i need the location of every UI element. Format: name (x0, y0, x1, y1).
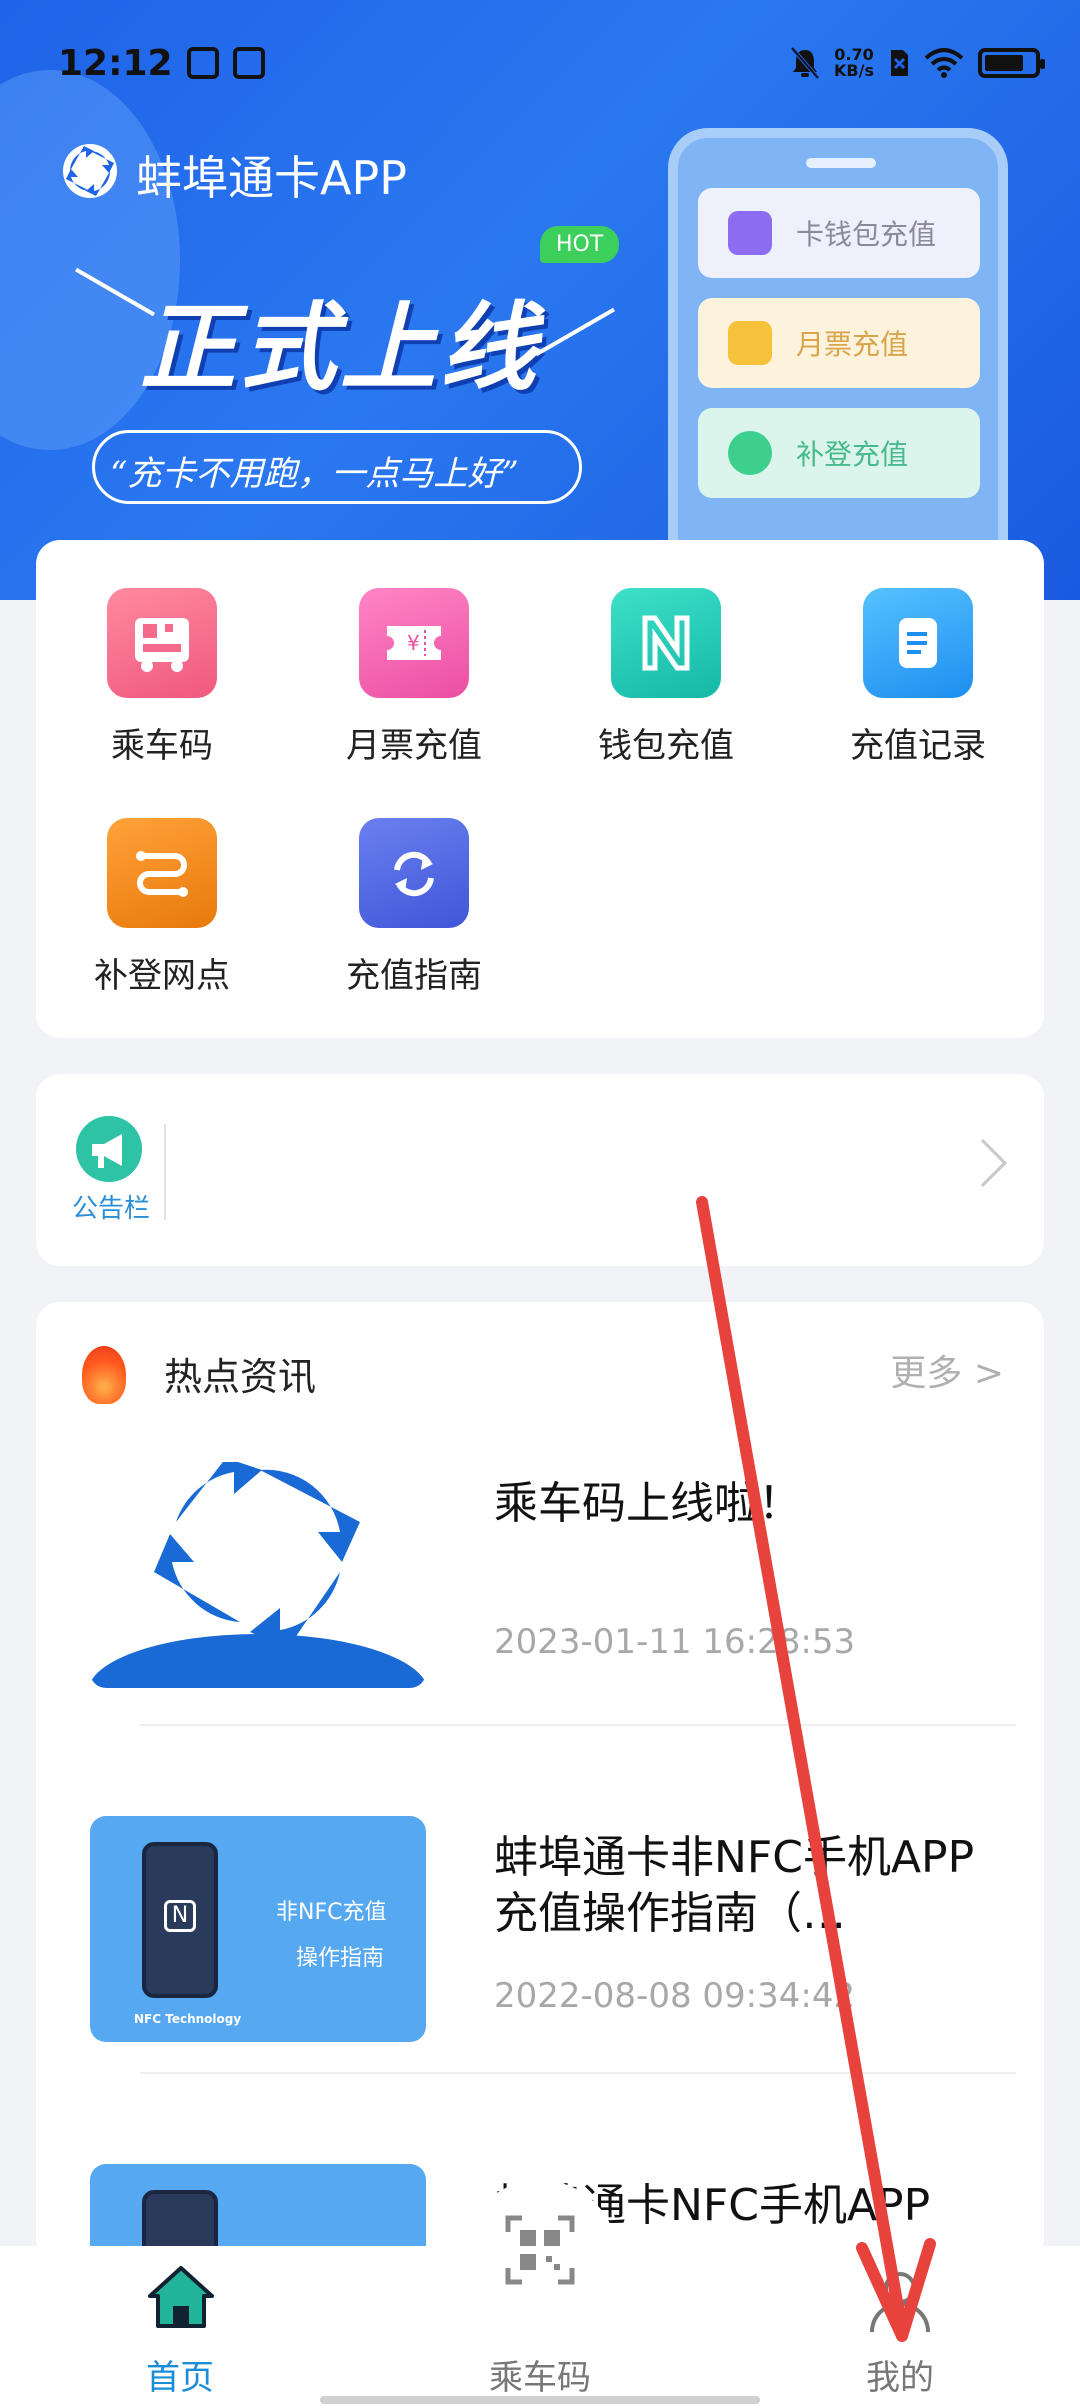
phone-notch (806, 158, 876, 168)
phone-item-reissue-recharge: 补登充值 (698, 408, 980, 498)
nav-label: 乘车码 (489, 2358, 591, 2398)
home-indicator (320, 2396, 760, 2404)
app-logo-large-icon (90, 1462, 426, 1688)
mute-bell-icon (790, 46, 820, 80)
nav-label: 首页 (146, 2358, 214, 2398)
news-headline: 蚌埠通卡非NFC手机APP充值操作指南（… (494, 1832, 975, 1939)
svg-text:¥: ¥ (407, 631, 420, 655)
nav-ride-code[interactable]: 乘车码 (440, 2215, 640, 2408)
menu-item-label: 充值记录 (850, 726, 986, 766)
network-speed-unit: KB/s (834, 61, 874, 80)
thumb-text: 非NFC充值 (276, 1900, 387, 1925)
slogan-main: 正式上线 (140, 292, 540, 404)
app-root: 12:12 0.70 KB/s 蚌埠通卡APP HOT 正式上线 “充卡不用跑，… (0, 0, 1080, 2408)
menu-item-label: 乘车码 (111, 726, 213, 766)
status-bar: 12:12 0.70 KB/s (58, 38, 1045, 88)
menu-item-monthly-recharge[interactable]: ¥ 月票充值 (314, 588, 514, 767)
menu-item-recharge-guide[interactable]: 充值指南 (314, 818, 514, 997)
wallet-icon (728, 211, 772, 255)
news-item[interactable]: N 非NFC充值 操作指南 NFC Technology 蚌埠通卡非NFC手机A… (90, 1816, 1010, 2046)
check-icon (728, 431, 772, 475)
thumb-caption: NFC Technology (134, 2012, 242, 2026)
bottom-nav: 首页 乘车码 我的 (0, 2215, 1080, 2408)
network-speed: 0.70 KB/s (834, 47, 874, 79)
thumb-text-2: 操作指南 (296, 1946, 385, 1971)
app-notification-icon (186, 47, 219, 79)
message-notification-icon (232, 47, 265, 79)
menu-item-label: 钱包充值 (598, 726, 734, 766)
slogan-wing-right (535, 307, 615, 357)
menu-item-reissue-outlets[interactable]: 补登网点 (62, 818, 262, 997)
nav-home[interactable]: 首页 (80, 2246, 280, 2408)
bus-qr-icon (107, 588, 217, 698)
calendar-icon (728, 321, 772, 365)
status-right: 0.70 KB/s (790, 38, 1045, 88)
menu-item-wallet-recharge[interactable]: 钱包充值 (566, 588, 766, 767)
nfc-icon: N (164, 1900, 196, 1932)
phone-illustration: 卡钱包充值 月票充值 补登充值 (668, 128, 1008, 600)
status-time: 12:12 (58, 42, 173, 84)
menu-item-label: 充值指南 (346, 956, 482, 996)
section-title: 热点资讯 (164, 1355, 317, 1399)
menu-item-ride-code[interactable]: 乘车码 (62, 588, 262, 767)
menu-item-label: 补登网点 (94, 956, 230, 996)
more-link[interactable]: 更多 > (890, 1344, 1004, 1396)
nfc-icon (611, 588, 721, 698)
refresh-icon (359, 818, 469, 928)
nav-label: 我的 (866, 2358, 934, 2398)
news-separator (140, 2072, 1016, 2074)
hot-badge: HOT (540, 226, 620, 263)
news-separator (140, 1724, 1016, 1726)
slogan-sub: “充卡不用跑，一点马上好” (110, 454, 519, 494)
home-icon (148, 2266, 214, 2328)
news-date: 2022-08-08 09:34:42 (494, 1976, 856, 2016)
phone-item-label: 月票充值 (796, 328, 909, 361)
phone-item-monthly-recharge: 月票充值 (698, 298, 980, 388)
phone-item-label: 补登充值 (796, 438, 909, 471)
ticket-icon: ¥ (359, 588, 469, 698)
phone-item-label: 卡钱包充值 (796, 218, 937, 251)
menu-item-recharge-records[interactable]: 充值记录 (818, 588, 1018, 767)
app-title: 蚌埠通卡APP (136, 151, 407, 205)
wifi-icon (924, 48, 964, 78)
chevron-right-icon (958, 1138, 1008, 1188)
news-thumbnail: N 非NFC充值 操作指南 NFC Technology (90, 1816, 426, 2042)
nav-mine[interactable]: 我的 (800, 2246, 1000, 2408)
route-icon (107, 818, 217, 928)
news-thumbnail (90, 1462, 426, 1688)
qr-code-icon (505, 2215, 575, 2285)
hot-news-card: 热点资讯 更多 > 乘车码上线啦！ 2023-01-11 16:28:53 N … (36, 1302, 1044, 2390)
news-headline: 乘车码上线啦！ (494, 1478, 802, 1529)
battery-icon (978, 48, 1045, 78)
document-icon (863, 588, 973, 698)
news-date: 2023-01-11 16:28:53 (494, 1622, 856, 1662)
user-icon (870, 2272, 930, 2333)
app-logo-icon (63, 144, 117, 198)
sim-icon (891, 50, 908, 76)
phone-item-wallet-recharge: 卡钱包充值 (698, 188, 980, 278)
news-item[interactable]: 乘车码上线啦！ 2023-01-11 16:28:53 (90, 1462, 1010, 1692)
notice-divider (164, 1124, 166, 1220)
notice-label: 公告栏 (72, 1194, 151, 1224)
menu-item-label: 月票充值 (346, 726, 482, 766)
megaphone-icon (76, 1116, 142, 1182)
hero-banner[interactable]: 12:12 0.70 KB/s 蚌埠通卡APP HOT 正式上线 “充卡不用跑，… (0, 0, 1080, 600)
fire-icon (82, 1346, 126, 1404)
quick-menu-card: 乘车码 ¥ 月票充值 钱包充值 充值记录 补登网点 充值指南 (36, 540, 1044, 1038)
notice-bar[interactable]: 公告栏 (36, 1074, 1044, 1266)
